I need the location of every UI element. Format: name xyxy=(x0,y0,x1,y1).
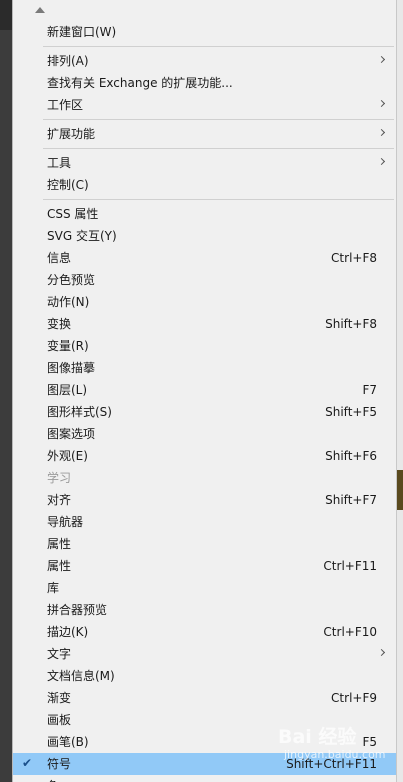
menu-item-label: 导航器 xyxy=(47,515,84,529)
menu-item[interactable]: CSS 属性 xyxy=(13,203,396,225)
menu-item-label: 文档信息(M) xyxy=(47,669,115,683)
menu-item-label: 信息 xyxy=(47,251,72,265)
menu-item-label: 工作区 xyxy=(47,98,84,112)
menu-item-label: 动作(N) xyxy=(47,295,90,309)
menu-item[interactable]: 属性 Ctrl+F11 xyxy=(13,555,396,577)
menu-item-label: 渐变 xyxy=(47,691,72,705)
menu-item[interactable]: 外观(E) Shift+F6 xyxy=(13,445,396,467)
menu-item[interactable]: 色 xyxy=(13,775,396,782)
menu-item[interactable]: 控制(C) xyxy=(13,174,396,196)
menu-separator xyxy=(13,196,396,203)
submenu-chevron-right-icon xyxy=(377,55,386,64)
menu-item[interactable]: 变量(R) xyxy=(13,335,396,357)
menu-item[interactable]: 排列(A) xyxy=(13,50,396,72)
menu-item-label: 画板 xyxy=(47,713,72,727)
menu-item-label: 图像描摹 xyxy=(47,361,96,375)
submenu-chevron-right-icon xyxy=(377,128,386,137)
menu-item-shortcut: Ctrl+F11 xyxy=(323,559,377,573)
menu-item-shortcut: Shift+F7 xyxy=(325,493,377,507)
menu-item-label: 属性 xyxy=(47,537,72,551)
canvas-artwork-fragment xyxy=(397,470,403,510)
menu-item[interactable]: SVG 交互(Y) xyxy=(13,225,396,247)
menu-item[interactable]: 查找有关 Exchange 的扩展功能... xyxy=(13,72,396,94)
menu-item-label: 扩展功能 xyxy=(47,127,96,141)
window-menu: 新建窗口(W) 排列(A) 查找有关 Exchange 的扩展功能... 工作区扩展功… xyxy=(12,0,397,782)
menu-item-label: 变换 xyxy=(47,317,72,331)
menu-item[interactable]: 导航器 xyxy=(13,511,396,533)
menu-item-label: CSS 属性 xyxy=(47,207,99,221)
menu-item-label: 图形样式(S) xyxy=(47,405,112,419)
checkmark-icon: ✔ xyxy=(22,756,33,770)
menu-item[interactable]: 图像描摹 xyxy=(13,357,396,379)
menu-item-shortcut: Ctrl+F8 xyxy=(331,251,377,265)
menu-item-label: 变量(R) xyxy=(47,339,89,353)
menu-items: 新建窗口(W) 排列(A) 查找有关 Exchange 的扩展功能... 工作区扩展功… xyxy=(13,21,396,782)
menu-item-shortcut: Shift+Ctrl+F11 xyxy=(286,757,377,771)
menu-item-label: 学习 xyxy=(47,471,72,485)
menu-item-label: 工具 xyxy=(47,156,72,170)
menu-item-label: 图案选项 xyxy=(47,427,96,441)
scroll-up-arrow-icon[interactable] xyxy=(35,7,45,13)
menu-item-shortcut: Ctrl+F9 xyxy=(331,691,377,705)
menu-item[interactable]: 图案选项 xyxy=(13,423,396,445)
menu-item-label: 描边(K) xyxy=(47,625,89,639)
menu-item[interactable]: 分色预览 xyxy=(13,269,396,291)
menu-item[interactable]: 对齐 Shift+F7 xyxy=(13,489,396,511)
menu-item-label: 对齐 xyxy=(47,493,72,507)
menu-item-shortcut: Shift+F5 xyxy=(325,405,377,419)
menu-item-shortcut: Shift+F6 xyxy=(325,449,377,463)
menu-item-label: 文字 xyxy=(47,647,72,661)
menu-item[interactable]: 文档信息(M) xyxy=(13,665,396,687)
menu-item-shortcut: F5 xyxy=(362,735,377,749)
menu-item[interactable]: 文字 xyxy=(13,643,396,665)
menu-item-label: 库 xyxy=(47,581,60,595)
menu-separator xyxy=(13,145,396,152)
menu-item-shortcut: Ctrl+F10 xyxy=(323,625,377,639)
menu-item-label: 属性 xyxy=(47,559,72,573)
menu-item-label: 符号 xyxy=(47,757,72,771)
menu-item-label: 控制(C) xyxy=(47,178,89,192)
menu-item-label: 新建窗口(W) xyxy=(47,25,117,39)
menu-item[interactable]: 画板 xyxy=(13,709,396,731)
menu-item-label: 分色预览 xyxy=(47,273,96,287)
menu-separator xyxy=(13,43,396,50)
menu-item[interactable]: 描边(K) Ctrl+F10 xyxy=(13,621,396,643)
menu-separator xyxy=(13,116,396,123)
menu-item-shortcut: Shift+F8 xyxy=(325,317,377,331)
menu-item[interactable]: 库 xyxy=(13,577,396,599)
submenu-chevron-right-icon xyxy=(377,157,386,166)
menu-item: 学习 xyxy=(13,467,396,489)
submenu-chevron-right-icon xyxy=(377,99,386,108)
menu-item-label: 查找有关 Exchange 的扩展功能... xyxy=(47,76,233,90)
menu-item[interactable]: 变换 Shift+F8 xyxy=(13,313,396,335)
menu-item[interactable]: 图层(L) F7 xyxy=(13,379,396,401)
menu-item[interactable]: 工作区 xyxy=(13,94,396,116)
menu-item[interactable]: 信息 Ctrl+F8 xyxy=(13,247,396,269)
menu-item-shortcut: F7 xyxy=(362,383,377,397)
menu-item[interactable]: 动作(N) xyxy=(13,291,396,313)
menu-item[interactable]: 图形样式(S) Shift+F5 xyxy=(13,401,396,423)
menu-item-label: 图层(L) xyxy=(47,383,88,397)
menu-item[interactable]: 新建窗口(W) xyxy=(13,21,396,43)
menu-item[interactable]: ✔ 符号 Shift+Ctrl+F11 xyxy=(13,753,396,775)
menu-item-label: 拼合器预览 xyxy=(47,603,108,617)
menu-item[interactable]: 属性 xyxy=(13,533,396,555)
menu-item-label: SVG 交互(Y) xyxy=(47,229,117,243)
menu-item[interactable]: 拼合器预览 xyxy=(13,599,396,621)
menu-item[interactable]: 画笔(B) F5 xyxy=(13,731,396,753)
menu-item[interactable]: 扩展功能 xyxy=(13,123,396,145)
menu-item[interactable]: 渐变 Ctrl+F9 xyxy=(13,687,396,709)
canvas-edge xyxy=(397,0,403,782)
menu-item-label: 外观(E) xyxy=(47,449,88,463)
menu-item-label: 排列(A) xyxy=(47,54,89,68)
menu-item[interactable]: 工具 xyxy=(13,152,396,174)
menu-item-label: 画笔(B) xyxy=(47,735,89,749)
submenu-chevron-right-icon xyxy=(377,648,386,657)
menu-item-label: 色 xyxy=(47,775,59,782)
